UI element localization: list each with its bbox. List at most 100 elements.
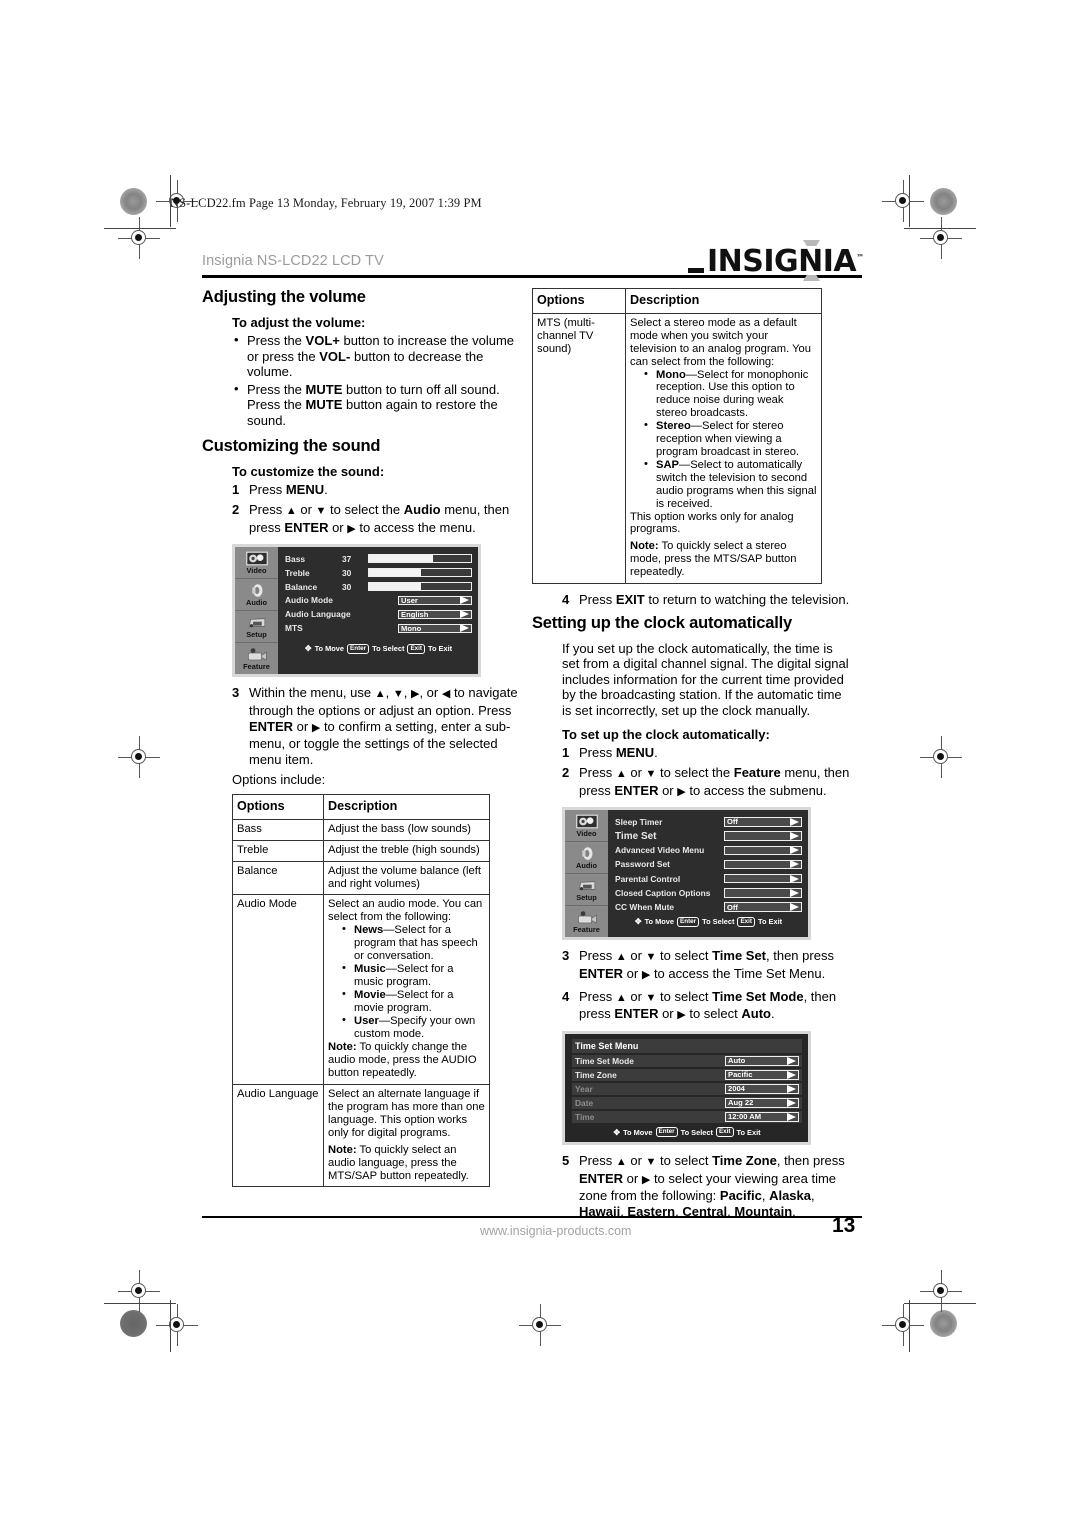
sidebar-item-setup[interactable]: Setup xyxy=(565,874,608,907)
menu-row-bass[interactable]: Bass 37 xyxy=(285,552,472,564)
password-set-select[interactable] xyxy=(724,859,802,870)
menu-row-sleep-timer[interactable]: Sleep Timer Off xyxy=(615,815,802,828)
list-item: 2 Press ▲ or ▼ to select the Feature menu… xyxy=(562,765,850,798)
right-column: Options Description MTS (multi-channel T… xyxy=(532,288,852,1224)
time-zone-select[interactable]: Pacific xyxy=(725,1070,799,1080)
video-icon xyxy=(245,551,268,566)
chevron-right-icon xyxy=(787,1112,796,1121)
sidebar-label: Setup xyxy=(576,892,597,902)
menu-row-audio-language[interactable]: Audio Language English xyxy=(285,608,472,620)
enter-key-icon: Enter xyxy=(655,1127,678,1138)
table-row: Audio Language Select an alternate langu… xyxy=(232,1084,490,1188)
footer-url: www.insignia-products.com xyxy=(480,1224,632,1238)
audio-language-select[interactable]: English xyxy=(398,609,472,620)
sleep-timer-select[interactable]: Off xyxy=(724,817,802,827)
list-item: News—Select for a program that has speec… xyxy=(342,923,485,963)
insignia-logo: INSIGNIA™ xyxy=(688,240,864,281)
menu-row-time-set[interactable]: Time Set xyxy=(615,830,802,843)
table-row: Bass Adjust the bass (low sounds) xyxy=(232,818,490,841)
mts-select[interactable]: Mono xyxy=(398,623,472,634)
speaker-icon xyxy=(581,847,592,860)
sound-step-4: 4 Press EXIT to return to watching the te… xyxy=(562,592,852,608)
audio-menu-sidebar: Video Audio Setup Feature xyxy=(235,547,278,675)
menu-row-date[interactable]: Date Aug 22 xyxy=(572,1096,802,1110)
list-item: 2 Press ▲ or ▼ to select the Audio menu, … xyxy=(232,502,510,535)
subheading-to-set-clock: To set up the clock automatically: xyxy=(562,726,770,742)
sidebar-label: Audio xyxy=(576,860,597,870)
list-item: 4 Press ▲ or ▼ to select Time Set Mode, t… xyxy=(562,988,837,1022)
balance-slider[interactable] xyxy=(368,582,472,591)
row-label: Audio Language xyxy=(285,609,351,620)
bass-slider[interactable] xyxy=(368,554,472,564)
menu-row-time-set-mode[interactable]: Time Set Mode Auto xyxy=(572,1054,802,1068)
advanced-video-select[interactable] xyxy=(724,845,802,855)
clock-steps-1-2: 1 Press MENU. 2 Press ▲ or ▼ to select the… xyxy=(562,745,852,801)
date-select[interactable]: Aug 22 xyxy=(725,1098,799,1108)
mts-bullets: Mono—Select for monophonic reception. Us… xyxy=(630,368,817,511)
menu-row-mts[interactable]: MTS Mono xyxy=(285,622,472,634)
year-select[interactable]: 2004 xyxy=(725,1084,799,1094)
menu-row-parental-control[interactable]: Parental Control xyxy=(615,872,802,885)
trim-line-left-horizontal xyxy=(104,228,176,229)
sidebar-item-audio[interactable]: Audio xyxy=(565,842,608,875)
menu-row-treble[interactable]: Treble 30 xyxy=(285,566,472,578)
row-label: Sleep Timer xyxy=(615,816,663,827)
sidebar-item-feature[interactable]: Feature xyxy=(235,643,278,674)
menu-row-cc-when-mute[interactable]: CC When Mute Off xyxy=(615,901,802,914)
row-label: Time Set Mode xyxy=(575,1055,634,1066)
mts-options-table: Options Description MTS (multi-channel T… xyxy=(532,288,822,585)
closed-caption-select[interactable] xyxy=(724,888,802,898)
subheading-to-adjust-volume: To adjust the volume: xyxy=(232,315,366,330)
list-item: 4 Press EXIT to return to watching the te… xyxy=(562,592,850,608)
time-set-select[interactable] xyxy=(724,831,802,841)
video-icon xyxy=(575,814,598,829)
audio-mode-select[interactable]: User xyxy=(398,595,472,606)
cell-text: Select an audio mode. You can select fro… xyxy=(328,898,483,924)
row-value: Off xyxy=(727,817,738,827)
menu-row-time[interactable]: Time 12:00 AM xyxy=(572,1110,802,1124)
cell-option: MTS (multi-channel TV sound) xyxy=(532,312,626,585)
list-item: 3 Press ▲ or ▼ to select Time Set, then p… xyxy=(562,948,834,981)
treble-slider[interactable] xyxy=(368,568,472,578)
table-row: Audio Mode Select an audio mode. You can… xyxy=(232,894,490,1086)
row-value: Auto xyxy=(728,1056,746,1066)
hint-select: To Select xyxy=(372,644,405,654)
cell-option: Treble xyxy=(232,839,324,862)
row-label: Password Set xyxy=(615,859,670,870)
audio-menu-screenshot: Video Audio Setup Feature Bass 37 Treble… xyxy=(232,544,481,678)
sidebar-item-audio[interactable]: Audio xyxy=(235,579,278,612)
time-set-mode-select[interactable]: Auto xyxy=(725,1056,799,1066)
cell-description: Adjust the bass (low sounds) xyxy=(323,818,490,841)
cell-option: Bass xyxy=(232,818,324,841)
row-label: Bass xyxy=(285,553,306,564)
trim-line-bl-horizontal xyxy=(104,1303,176,1304)
heading-clock-automatically: Setting up the clock automatically xyxy=(532,613,793,632)
halftone-circle-bottom-left xyxy=(120,1310,147,1337)
menu-row-password-set[interactable]: Password Set xyxy=(615,858,802,871)
audio-language-note: Note: To quickly select an audio languag… xyxy=(328,1143,469,1182)
sidebar-item-feature[interactable]: Feature xyxy=(565,906,608,937)
menu-row-time-zone[interactable]: Time Zone Pacific xyxy=(572,1068,802,1082)
parental-control-select[interactable] xyxy=(724,873,802,884)
table-row: Treble Adjust the treble (high sounds) xyxy=(232,839,490,862)
halftone-circle-top-left xyxy=(120,188,147,215)
time-select[interactable]: 12:00 AM xyxy=(725,1112,799,1122)
cell-description: Select a stereo mode as a default mode w… xyxy=(625,312,822,585)
row-value: 2004 xyxy=(728,1084,745,1094)
column-header-options: Options xyxy=(532,288,626,314)
chevron-right-icon xyxy=(460,596,469,605)
audio-menu-body: Bass 37 Treble 30 Balance 30 Audio Mode … xyxy=(278,547,478,674)
sidebar-item-video[interactable]: Video xyxy=(565,810,608,843)
sidebar-item-video[interactable]: Video xyxy=(235,547,278,580)
menu-row-audio-mode[interactable]: Audio Mode User xyxy=(285,594,472,606)
hint-move: To Move xyxy=(314,644,345,654)
menu-row-advanced-video-menu[interactable]: Advanced Video Menu xyxy=(615,844,802,857)
menu-row-closed-caption-options[interactable]: Closed Caption Options xyxy=(615,886,802,899)
menu-row-balance[interactable]: Balance 30 xyxy=(285,580,472,592)
halftone-circle-top-right xyxy=(930,188,957,215)
sidebar-item-setup[interactable]: Setup xyxy=(235,611,278,644)
menu-row-year[interactable]: Year 2004 xyxy=(572,1082,802,1096)
row-value: English xyxy=(401,609,429,619)
row-value: Mono xyxy=(401,623,422,633)
cc-when-mute-select[interactable]: Off xyxy=(724,902,802,912)
